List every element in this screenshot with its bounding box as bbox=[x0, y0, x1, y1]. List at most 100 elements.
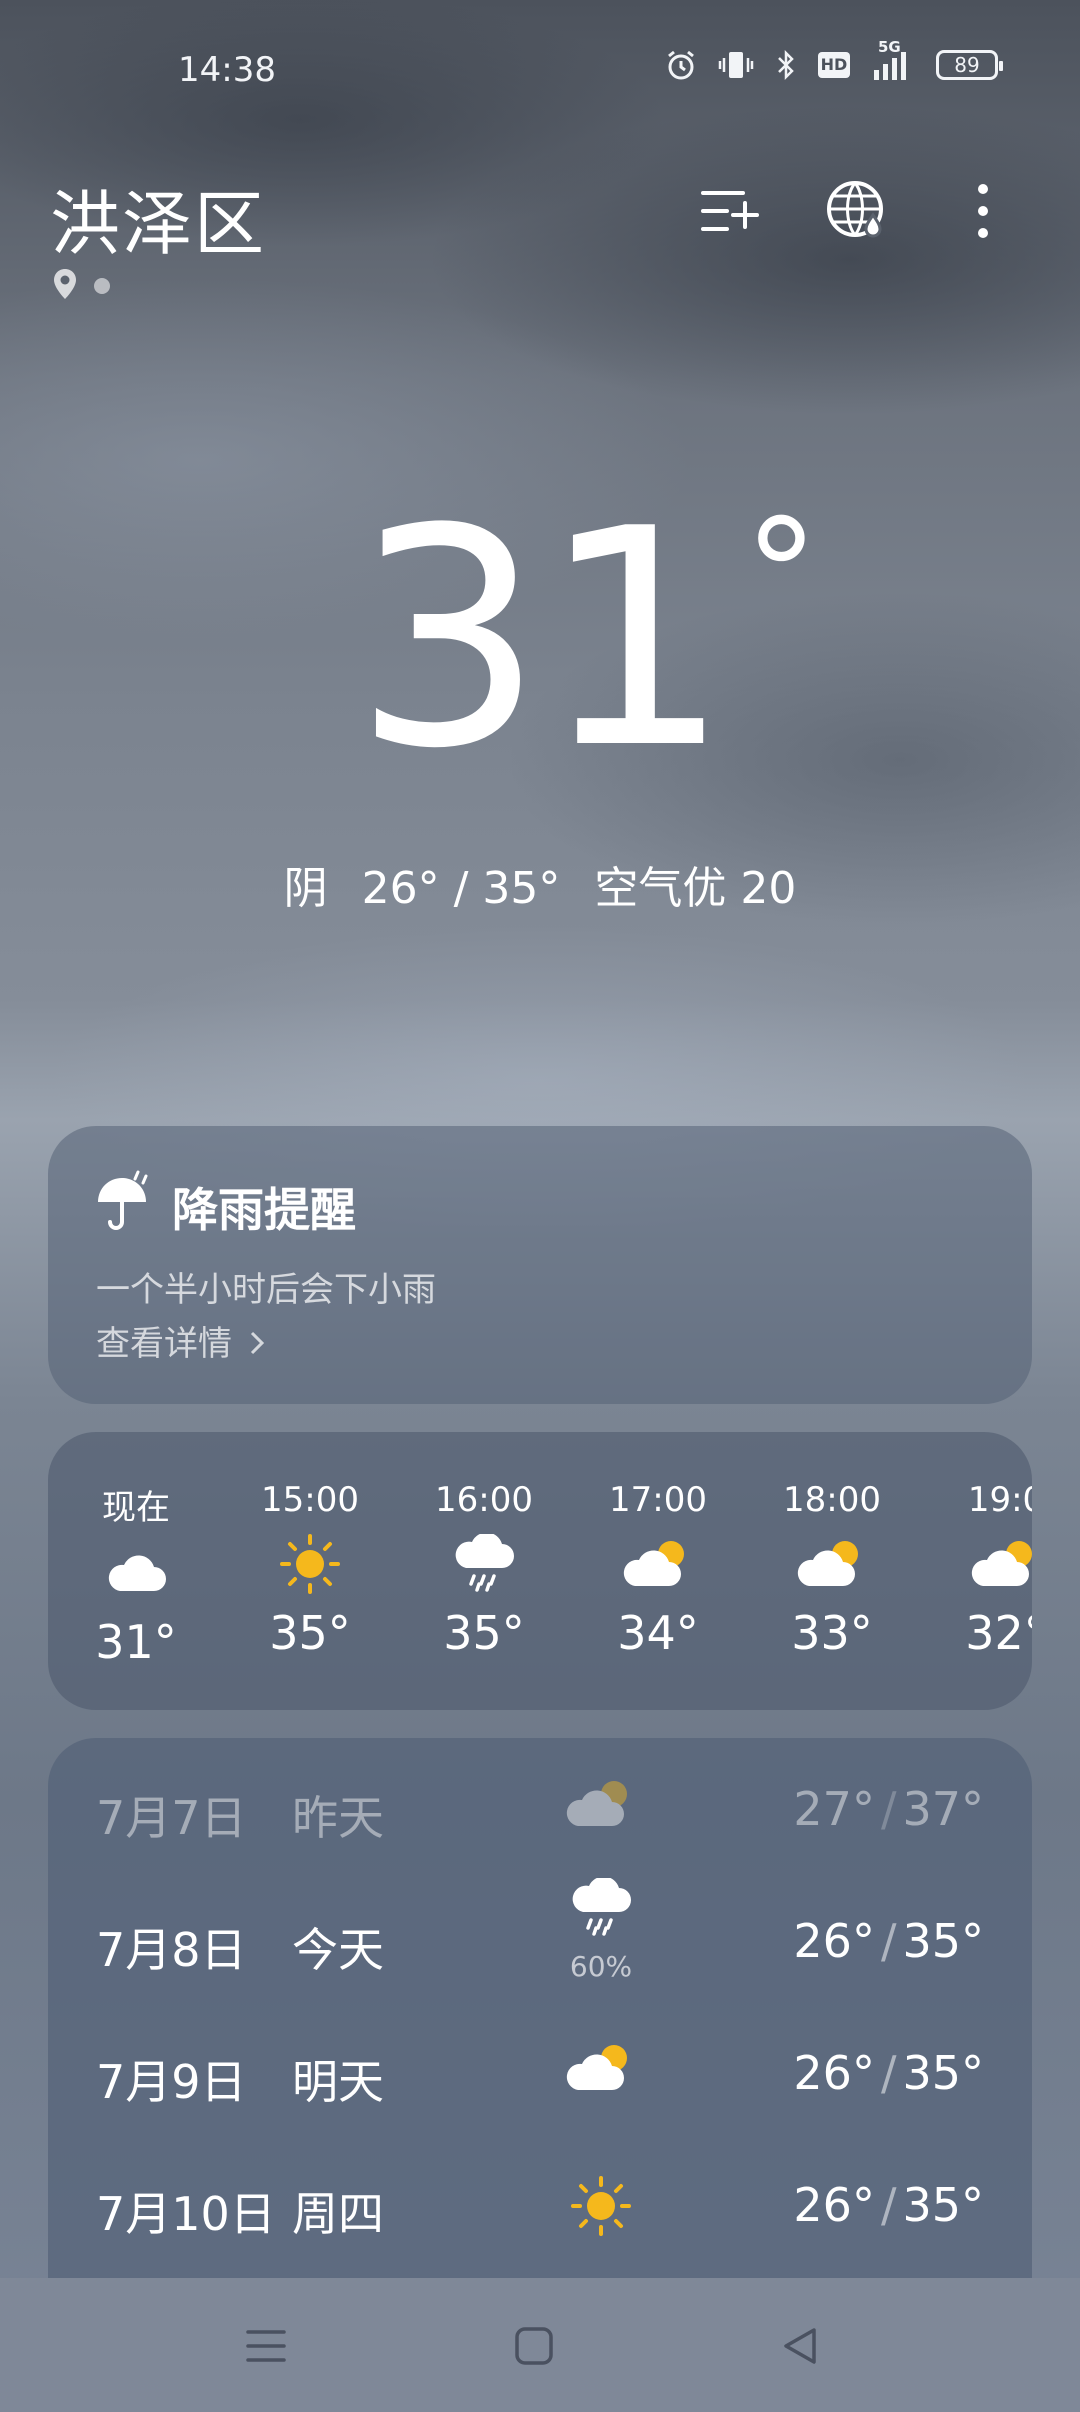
back-button[interactable] bbox=[770, 2318, 830, 2378]
rain-alert-details-link[interactable]: 查看详情 bbox=[96, 1316, 265, 1366]
day-weekday: 昨天 bbox=[292, 1791, 384, 1845]
condition-text: 阴 bbox=[283, 863, 328, 914]
menu-icon bbox=[244, 2326, 288, 2370]
battery-indicator: 89 bbox=[936, 50, 1003, 80]
weather-summary[interactable]: 阴 26° / 35° 空气优 20 bbox=[0, 852, 1080, 916]
status-time: 14:38 bbox=[178, 50, 276, 90]
partly-cloudy-icon bbox=[566, 2040, 636, 2100]
day-weekday: 明天 bbox=[292, 2055, 384, 2109]
day-temp-range: 26°/35° bbox=[793, 2046, 984, 2100]
sunny-icon bbox=[278, 1532, 342, 1600]
hour-temp: 33° bbox=[791, 1606, 873, 1660]
status-bar: 14:38 HD 5G 89 bbox=[0, 0, 1080, 140]
daily-row[interactable]: 7月10日 周四 26°/35° bbox=[48, 2176, 1032, 2278]
daily-forecast-card[interactable]: 7月7日 昨天 27°/37° 7月8日 今天 60% 26°/35° 7月9日… bbox=[48, 1738, 1032, 2278]
city-name[interactable]: 洪泽区 bbox=[50, 168, 266, 269]
global-weather-icon bbox=[825, 179, 889, 247]
day-low: 26° bbox=[793, 1914, 875, 1968]
partly-cloudy-icon bbox=[797, 1536, 867, 1596]
day-temp-range: 26°/35° bbox=[793, 1914, 984, 1968]
hour-time: 15:00 bbox=[261, 1480, 359, 1520]
umbrella-icon bbox=[94, 1170, 154, 1238]
rain-icon bbox=[569, 1876, 633, 1942]
vibrate-icon bbox=[718, 48, 754, 82]
hour-temp: 35° bbox=[269, 1606, 351, 1660]
page-dot bbox=[94, 278, 110, 294]
daily-row[interactable]: 7月9日 明天 26°/35° bbox=[48, 2045, 1032, 2146]
hour-time: 16:00 bbox=[435, 1480, 533, 1520]
battery-level: 89 bbox=[954, 53, 980, 77]
hourly-item[interactable]: 15:00 35° bbox=[240, 1480, 380, 1660]
home-square-icon bbox=[514, 2326, 554, 2370]
hourly-item[interactable]: 19:0 32° bbox=[936, 1480, 1032, 1660]
day-date: 7月10日 bbox=[96, 2187, 276, 2241]
hour-time: 18:00 bbox=[783, 1480, 881, 1520]
hour-temp: 32° bbox=[965, 1606, 1032, 1660]
recent-apps-button[interactable] bbox=[236, 2318, 296, 2378]
sunny-icon bbox=[569, 2174, 633, 2242]
signal-icon: 5G bbox=[870, 38, 916, 82]
hourly-item[interactable]: 18:00 33° bbox=[762, 1480, 902, 1660]
hd-icon: HD bbox=[818, 52, 850, 78]
day-high: 35° bbox=[902, 2046, 984, 2100]
degree-symbol: ° bbox=[743, 488, 819, 662]
hour-temp: 34° bbox=[617, 1606, 699, 1660]
day-date: 7月8日 bbox=[96, 1923, 247, 1977]
network-type: 5G bbox=[878, 38, 901, 56]
rain-icon bbox=[452, 1532, 516, 1598]
day-date: 7月9日 bbox=[96, 2055, 247, 2109]
hourly-item[interactable]: 17:00 34° bbox=[588, 1480, 728, 1660]
partly-cloudy-icon bbox=[623, 1536, 693, 1596]
current-temperature-value: 31 bbox=[353, 465, 731, 814]
hourly-item[interactable]: 现在 31° bbox=[66, 1480, 206, 1669]
hour-time: 19:0 bbox=[967, 1480, 1032, 1520]
hourly-forecast-card[interactable]: 现在 31° 15:00 35° 16:00 35° 17:00 34° 18:… bbox=[48, 1432, 1032, 1710]
bluetooth-icon bbox=[774, 48, 798, 82]
hour-temp: 35° bbox=[443, 1606, 525, 1660]
hour-time: 现在 bbox=[102, 1488, 170, 1528]
home-button[interactable] bbox=[504, 2318, 564, 2378]
day-high: 35° bbox=[902, 1914, 984, 1968]
day-low: 26° bbox=[793, 2178, 875, 2232]
daily-row[interactable]: 7月7日 昨天 27°/37° bbox=[48, 1781, 1032, 1882]
status-icons: HD 5G 89 bbox=[664, 38, 1003, 82]
more-options-button[interactable] bbox=[948, 178, 1018, 248]
day-temp-range: 26°/35° bbox=[793, 2178, 984, 2232]
rain-alert-card[interactable]: 降雨提醒 一个半小时后会下小雨 查看详情 bbox=[48, 1126, 1032, 1404]
rain-alert-description: 一个半小时后会下小雨 bbox=[96, 1270, 436, 1310]
partly-cloudy-icon bbox=[971, 1536, 1032, 1596]
rain-alert-title: 降雨提醒 bbox=[172, 1183, 356, 1237]
more-icon bbox=[977, 183, 989, 243]
alarm-icon bbox=[664, 48, 698, 82]
day-low: 27° bbox=[793, 1782, 875, 1836]
current-temperature: 31 ° bbox=[353, 490, 819, 790]
air-quality[interactable]: 空气优 20 bbox=[594, 863, 796, 914]
day-low: 26° bbox=[793, 2046, 875, 2100]
range-separator: / bbox=[880, 1914, 897, 1968]
day-temp-range: 27°/37° bbox=[793, 1782, 984, 1836]
page-indicator bbox=[52, 268, 110, 304]
day-high: 37° bbox=[902, 1782, 984, 1836]
hourly-item[interactable]: 16:00 35° bbox=[414, 1480, 554, 1660]
day-high: 35° bbox=[902, 2178, 984, 2232]
daily-row[interactable]: 7月8日 今天 60% 26°/35° bbox=[48, 1876, 1032, 2014]
location-pin-icon bbox=[52, 268, 78, 304]
details-link-text: 查看详情 bbox=[96, 1324, 232, 1364]
city-list-add-button[interactable] bbox=[696, 178, 766, 248]
hour-temp: 31° bbox=[95, 1615, 177, 1669]
system-navigation-bar bbox=[0, 2278, 1080, 2412]
precipitation-chance: 60% bbox=[569, 1950, 633, 1983]
city-list-add-icon bbox=[699, 183, 763, 243]
partly-cloudy-icon bbox=[566, 1776, 636, 1836]
temp-range: 26° / 35° bbox=[361, 863, 561, 914]
range-separator: / bbox=[880, 2046, 897, 2100]
chevron-right-icon bbox=[249, 1326, 265, 1366]
global-weather-button[interactable] bbox=[822, 178, 892, 248]
hour-time: 17:00 bbox=[609, 1480, 707, 1520]
day-weekday: 今天 bbox=[292, 1923, 384, 1977]
back-triangle-icon bbox=[780, 2326, 820, 2370]
day-date: 7月7日 bbox=[96, 1791, 247, 1845]
range-separator: / bbox=[880, 1782, 897, 1836]
day-weekday: 周四 bbox=[292, 2187, 384, 2241]
range-separator: / bbox=[880, 2178, 897, 2232]
